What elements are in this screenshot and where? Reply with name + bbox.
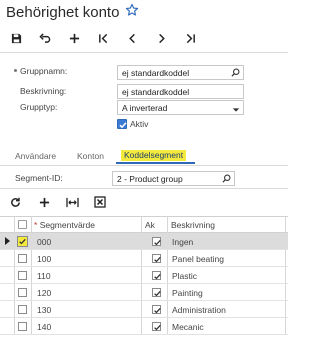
column-header-active[interactable]: Ak <box>145 220 155 230</box>
active-checkbox[interactable] <box>117 119 127 129</box>
plus-icon <box>69 33 79 43</box>
group-form: Gruppnamn: ej standardkoddel Beskrivning… <box>0 58 288 134</box>
table-row[interactable]: 000 Ingen <box>0 233 288 250</box>
description-cell[interactable]: Panel beating <box>172 254 224 264</box>
toolbar-divider <box>0 52 288 53</box>
checkmark-icon <box>154 239 161 246</box>
tab-bar: Användare Konton Koddelsegment <box>0 148 288 164</box>
segment-id-label: Segment-ID: <box>15 173 63 183</box>
fit-columns-button[interactable] <box>63 194 81 210</box>
description-cell[interactable]: Ingen <box>172 237 193 247</box>
checkmark-icon <box>19 238 26 245</box>
previous-record-button[interactable] <box>123 28 141 48</box>
tab-code-segment[interactable]: Koddelsegment <box>121 150 187 161</box>
search-icon[interactable] <box>222 174 231 185</box>
page-title: Behörighet konto <box>6 4 120 21</box>
title-bar: Behörighet konto <box>0 0 288 26</box>
row-select-checkbox[interactable] <box>18 322 27 331</box>
segment-value-cell[interactable]: 140 <box>37 322 51 332</box>
description-cell[interactable]: Mecanic <box>172 322 204 332</box>
next-record-button[interactable] <box>152 28 170 48</box>
description-cell[interactable]: Administration <box>172 305 226 315</box>
checkmark-icon <box>119 122 127 129</box>
row-select-checkbox[interactable] <box>18 254 27 263</box>
tab-users[interactable]: Användare <box>15 151 56 161</box>
segment-value-cell[interactable]: 100 <box>37 254 51 264</box>
group-type-value: A inverterad <box>122 103 168 113</box>
active-cell-checkbox[interactable] <box>152 322 161 331</box>
description-field[interactable]: ej standardkoddel <box>117 84 244 99</box>
column-header-value[interactable]: * Segmentvärde <box>34 220 95 230</box>
add-button[interactable] <box>65 28 83 48</box>
last-record-button[interactable] <box>181 28 199 48</box>
last-icon <box>186 33 195 43</box>
undo-button[interactable] <box>36 28 54 48</box>
column-header-description[interactable]: Beskrivning <box>171 220 215 230</box>
refresh-icon <box>10 197 20 207</box>
segment-row: Segment-ID: 2 - Product group <box>0 170 288 186</box>
save-button[interactable] <box>7 28 25 48</box>
group-type-label: Grupptyp: <box>20 102 58 112</box>
row-select-checkbox[interactable] <box>17 236 28 247</box>
grid-header: * Segmentvärde Ak Beskrivning <box>0 216 288 233</box>
active-cell-checkbox[interactable] <box>152 305 161 314</box>
active-cell-checkbox[interactable] <box>152 254 161 263</box>
table-row[interactable]: 100 Panel beating <box>0 250 288 267</box>
segment-id-field[interactable]: 2 - Product group <box>112 171 235 186</box>
star-icon[interactable] <box>125 3 141 19</box>
first-record-button[interactable] <box>94 28 112 48</box>
active-cell-checkbox[interactable] <box>152 271 161 280</box>
active-label: Aktiv <box>130 119 149 129</box>
save-icon <box>11 33 21 43</box>
row-select-checkbox[interactable] <box>18 305 27 314</box>
select-all-checkbox[interactable] <box>18 220 27 229</box>
checkmark-icon <box>154 324 161 331</box>
checkmark-icon <box>154 307 161 314</box>
group-name-value: ej standardkoddel <box>122 68 190 78</box>
chevron-right-icon <box>158 33 165 43</box>
table-row[interactable]: 120 Painting <box>0 284 288 301</box>
first-icon <box>98 33 107 43</box>
active-cell-checkbox[interactable] <box>152 237 161 246</box>
export-button[interactable] <box>91 194 109 210</box>
segment-divider <box>0 188 288 189</box>
fit-width-icon <box>65 197 79 207</box>
active-cell-checkbox[interactable] <box>152 288 161 297</box>
required-indicator <box>14 69 17 72</box>
excel-icon <box>94 196 106 208</box>
dropdown-arrow-icon[interactable] <box>232 105 240 114</box>
tab-accounts[interactable]: Konton <box>77 151 104 161</box>
group-name-field[interactable]: ej standardkoddel <box>117 65 244 80</box>
checkmark-icon <box>154 273 161 280</box>
description-cell[interactable]: Painting <box>172 288 203 298</box>
table-row[interactable]: 130 Administration <box>0 301 288 318</box>
group-name-label: Gruppnamn: <box>20 66 68 76</box>
checkmark-icon <box>154 290 161 297</box>
description-cell[interactable]: Plastic <box>172 271 197 281</box>
table-row[interactable]: 140 Mecanic <box>0 318 288 335</box>
grid-toolbar <box>0 194 288 210</box>
row-select-checkbox[interactable] <box>18 288 27 297</box>
search-icon[interactable] <box>231 68 240 79</box>
active-tab-indicator <box>116 162 195 164</box>
group-type-select[interactable]: A inverterad <box>117 100 244 115</box>
add-row-button[interactable] <box>35 194 53 210</box>
plus-icon <box>39 197 49 207</box>
refresh-button[interactable] <box>6 194 24 210</box>
segment-value-cell[interactable]: 120 <box>37 288 51 298</box>
tabs-divider <box>0 165 288 166</box>
undo-icon <box>39 32 51 43</box>
row-indicator-icon <box>5 237 10 247</box>
description-value: ej standardkoddel <box>122 87 190 97</box>
chevron-left-icon <box>128 33 135 43</box>
description-label: Beskrivning: <box>20 86 67 96</box>
row-select-checkbox[interactable] <box>18 271 27 280</box>
segment-value-cell[interactable]: 130 <box>37 305 51 315</box>
table-row[interactable]: 110 Plastic <box>0 267 288 284</box>
checkmark-icon <box>154 256 161 263</box>
segment-value-cell[interactable]: 110 <box>37 271 51 281</box>
record-toolbar <box>0 28 288 48</box>
segment-value-cell[interactable]: 000 <box>37 237 51 247</box>
segment-id-value: 2 - Product group <box>117 174 183 184</box>
